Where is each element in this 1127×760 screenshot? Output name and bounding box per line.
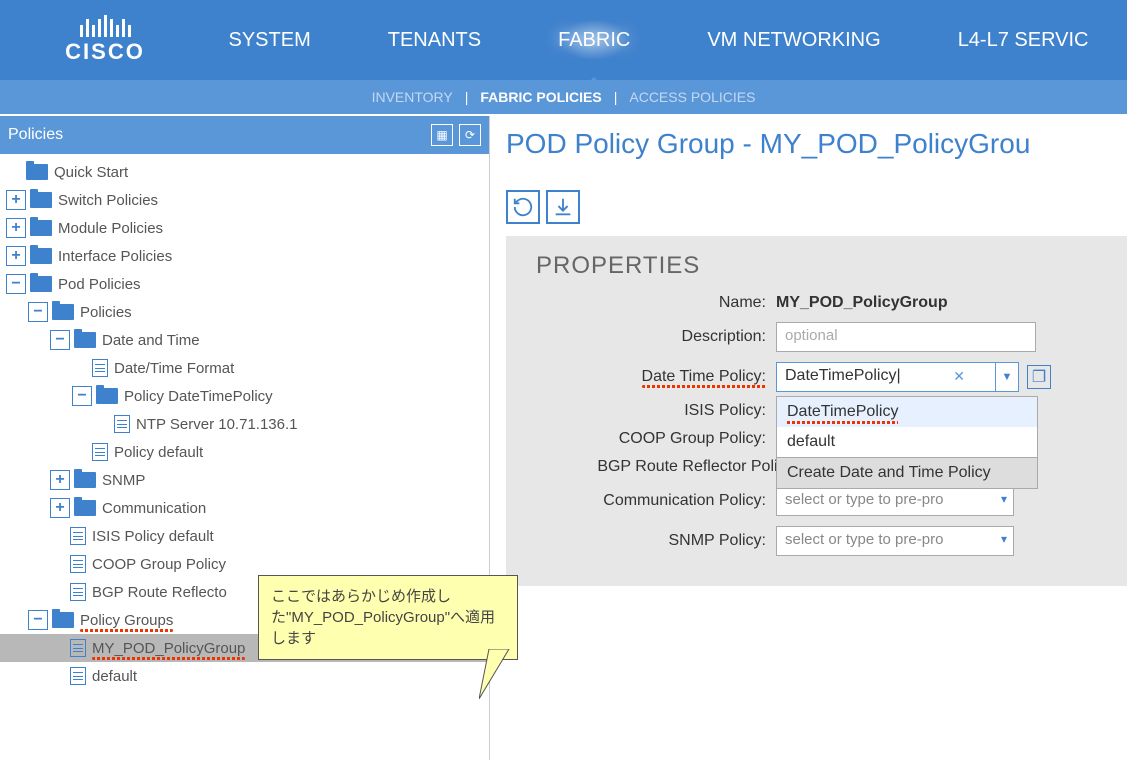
- doc-icon: [70, 555, 86, 573]
- description-label: Description:: [536, 328, 776, 346]
- tree-isis-policy-default[interactable]: ISIS Policy default: [0, 522, 489, 550]
- logo-text: CISCO: [65, 39, 145, 65]
- left-panel: Policies ▦ ⟳ Quick Start Switch Policies…: [0, 116, 490, 760]
- dropdown-create-option[interactable]: Create Date and Time Policy: [777, 457, 1037, 488]
- left-panel-header: Policies ▦ ⟳: [0, 116, 489, 154]
- folder-icon: [30, 276, 52, 292]
- top-nav: CISCO SYSTEM TENANTS FABRIC VM NETWORKIN…: [0, 0, 1127, 80]
- folder-icon: [30, 192, 52, 208]
- collapse-icon[interactable]: [50, 330, 70, 350]
- folder-icon: [30, 220, 52, 236]
- properties-panel: PROPERTIES Name: MY_POD_PolicyGroup Desc…: [506, 236, 1127, 586]
- tree-ntp-server[interactable]: NTP Server 10.71.136.1: [0, 410, 489, 438]
- date-time-policy-dropdown: DateTimePolicy default Create Date and T…: [776, 396, 1038, 489]
- folder-icon: [26, 164, 48, 180]
- tree-snmp[interactable]: SNMP: [0, 466, 489, 494]
- tree-quick-start[interactable]: Quick Start: [0, 158, 489, 186]
- expand-icon[interactable]: [6, 246, 26, 266]
- tree-module-policies[interactable]: Module Policies: [0, 214, 489, 242]
- folder-icon: [96, 388, 118, 404]
- folder-icon: [74, 472, 96, 488]
- tree-date-and-time[interactable]: Date and Time: [0, 326, 489, 354]
- bgp-route-reflector-policy-label: BGP Route Reflector Policy:: [536, 458, 808, 476]
- cisco-logo: CISCO: [0, 15, 190, 65]
- doc-icon: [70, 639, 86, 657]
- expand-icon[interactable]: [50, 498, 70, 518]
- nav-tenants[interactable]: TENANTS: [378, 21, 491, 59]
- collapse-icon[interactable]: [72, 386, 92, 406]
- expand-icon[interactable]: [6, 190, 26, 210]
- download-button[interactable]: [546, 190, 580, 224]
- doc-icon: [70, 667, 86, 685]
- description-input[interactable]: optional: [776, 322, 1036, 352]
- folder-icon: [74, 332, 96, 348]
- doc-icon: [70, 527, 86, 545]
- content-panel: POD Policy Group - MY_POD_PolicyGrou PRO…: [490, 116, 1127, 760]
- grid-view-icon[interactable]: ▦: [431, 124, 453, 146]
- nav-system[interactable]: SYSTEM: [219, 21, 321, 59]
- snmp-policy-select[interactable]: select or type to pre-pro: [776, 526, 1014, 556]
- expand-icon[interactable]: [6, 218, 26, 238]
- nav-fabric[interactable]: FABRIC: [548, 21, 640, 59]
- subnav-access-policies[interactable]: ACCESS POLICIES: [629, 89, 755, 105]
- subnav-fabric-policies[interactable]: FABRIC POLICIES: [480, 89, 601, 105]
- communication-policy-label: Communication Policy:: [536, 492, 776, 510]
- snmp-policy-label: SNMP Policy:: [536, 532, 776, 550]
- coop-group-policy-label: COOP Group Policy:: [536, 430, 776, 448]
- left-panel-title: Policies: [8, 126, 63, 144]
- folder-icon: [74, 500, 96, 516]
- nav-l4l7[interactable]: L4-L7 SERVIC: [948, 21, 1099, 59]
- date-time-policy-label: Date Time Policy:: [536, 368, 776, 386]
- tree-default[interactable]: default: [0, 662, 489, 690]
- annotation-callout: ここではあらかじめ作成した"MY_POD_PolicyGroup"へ適用します: [258, 575, 518, 660]
- dropdown-option[interactable]: DateTimePolicy: [777, 397, 1037, 427]
- date-time-policy-input[interactable]: DateTimePolicy|✕: [776, 362, 996, 392]
- collapse-icon[interactable]: [28, 610, 48, 630]
- folder-icon: [52, 304, 74, 320]
- name-label: Name:: [536, 294, 776, 312]
- doc-icon: [114, 415, 130, 433]
- refresh-button[interactable]: [506, 190, 540, 224]
- folder-icon: [52, 612, 74, 628]
- dropdown-option[interactable]: default: [777, 427, 1037, 457]
- policy-tree: Quick Start Switch Policies Module Polic…: [0, 154, 489, 760]
- folder-icon: [30, 248, 52, 264]
- tree-pod-policies[interactable]: Pod Policies: [0, 270, 489, 298]
- tree-policy-default[interactable]: Policy default: [0, 438, 489, 466]
- isis-policy-label: ISIS Policy:: [536, 402, 776, 420]
- doc-icon: [92, 359, 108, 377]
- copy-icon[interactable]: ❐: [1027, 365, 1051, 389]
- doc-icon: [92, 443, 108, 461]
- doc-icon: [70, 583, 86, 601]
- properties-title: PROPERTIES: [536, 252, 1107, 280]
- tree-interface-policies[interactable]: Interface Policies: [0, 242, 489, 270]
- name-value: MY_POD_PolicyGroup: [776, 294, 948, 312]
- collapse-icon[interactable]: [28, 302, 48, 322]
- tree-coop-group-policy[interactable]: COOP Group Policy: [0, 550, 489, 578]
- date-time-policy-combo[interactable]: DateTimePolicy|✕ ▼ ❐ DateTimePolicy defa…: [776, 362, 1051, 392]
- collapse-icon[interactable]: [6, 274, 26, 294]
- page-title: POD Policy Group - MY_POD_PolicyGrou: [506, 128, 1127, 160]
- sub-nav: INVENTORY | FABRIC POLICIES | ACCESS POL…: [0, 80, 1127, 116]
- clear-icon[interactable]: ✕: [953, 368, 965, 385]
- chevron-down-icon[interactable]: ▼: [995, 362, 1019, 392]
- refresh-icon[interactable]: ⟳: [459, 124, 481, 146]
- tree-policies[interactable]: Policies: [0, 298, 489, 326]
- subnav-inventory[interactable]: INVENTORY: [372, 89, 453, 105]
- expand-icon[interactable]: [50, 470, 70, 490]
- tree-communication[interactable]: Communication: [0, 494, 489, 522]
- tree-switch-policies[interactable]: Switch Policies: [0, 186, 489, 214]
- communication-policy-select[interactable]: select or type to pre-pro: [776, 486, 1014, 516]
- tree-date-time-format[interactable]: Date/Time Format: [0, 354, 489, 382]
- nav-vm-networking[interactable]: VM NETWORKING: [697, 21, 890, 59]
- tree-policy-datetimepolicy[interactable]: Policy DateTimePolicy: [0, 382, 489, 410]
